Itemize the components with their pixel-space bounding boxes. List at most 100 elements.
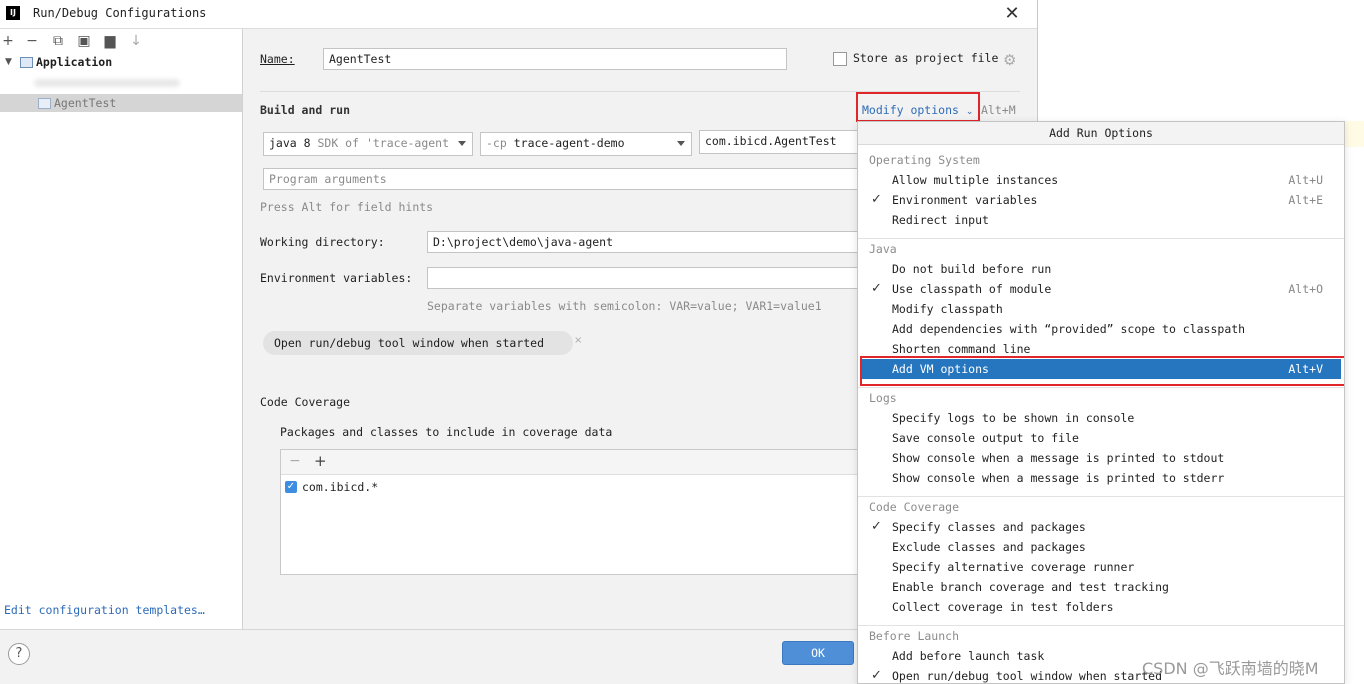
cp-value: trace-agent-demo <box>513 136 625 150</box>
code-coverage-title: Code Coverage <box>260 395 351 409</box>
option-specify-classes[interactable]: ✓ Specify classes and packages <box>861 517 1341 537</box>
option-label: Show console when a message is printed t… <box>892 471 1225 485</box>
main-class-input[interactable]: com.ibicd.AgentTest <box>699 130 859 154</box>
option-shortcut: Alt+O <box>1288 282 1323 296</box>
environment-variables-input[interactable] <box>427 267 859 289</box>
chevron-down-icon <box>458 141 466 146</box>
working-directory-label: Working directory: <box>260 235 385 249</box>
add-icon[interactable]: + <box>314 452 327 470</box>
environment-variables-label: Environment variables: <box>260 271 413 285</box>
coverage-item-label: com.ibicd.* <box>302 480 379 494</box>
separator <box>858 238 1344 239</box>
group-logs: Logs <box>869 391 897 405</box>
remove-config-icon[interactable]: − <box>24 33 40 49</box>
coverage-item-checkbox[interactable]: ✓ <box>285 481 297 493</box>
option-label: Specify alternative coverage runner <box>892 560 1135 574</box>
separator <box>858 625 1344 626</box>
gear-icon[interactable]: ⚙ <box>1003 51 1016 69</box>
copy-config-icon[interactable]: ⧉ <box>50 33 66 49</box>
check-icon: ✓ <box>871 281 882 296</box>
edit-templates-link[interactable]: Edit configuration templates… <box>4 603 205 617</box>
program-args-placeholder: Program arguments <box>269 172 387 186</box>
jdk-select[interactable]: java 8 SDK of 'trace-agent <box>263 132 473 156</box>
option-label: Do not build before run <box>892 262 1052 276</box>
save-config-icon[interactable]: ▣ <box>76 33 92 49</box>
option-allow-multiple-instances[interactable]: Allow multiple instances Alt+U <box>861 170 1341 190</box>
name-label: Name: <box>260 52 295 66</box>
modify-options-shortcut: Alt+M <box>981 103 1016 117</box>
separator <box>858 387 1344 388</box>
jdk-hint: SDK of 'trace-agent <box>317 136 450 150</box>
option-environment-variables[interactable]: ✓ Environment variables Alt+E <box>861 190 1341 210</box>
option-exclude-classes[interactable]: Exclude classes and packages <box>861 537 1341 557</box>
check-icon: ✓ <box>871 519 882 534</box>
group-java: Java <box>869 242 897 256</box>
title-bar: IJ Run/Debug Configurations ✕ <box>0 0 1037 29</box>
option-label: Open run/debug tool window when started <box>892 669 1163 683</box>
remove-icon[interactable]: − <box>289 453 301 469</box>
chip-label: Open run/debug tool window when started <box>274 336 545 350</box>
coverage-toolbar: − + <box>281 450 859 475</box>
group-operating-system: Operating System <box>869 153 980 167</box>
option-use-classpath-of-module[interactable]: ✓ Use classpath of module Alt+O <box>861 279 1341 299</box>
env-hint-text: Separate variables with semicolon: VAR=v… <box>427 299 822 313</box>
option-shortcut: Alt+E <box>1288 193 1323 207</box>
store-project-checkbox[interactable] <box>833 52 847 66</box>
chevron-down-icon[interactable]: ▼ <box>5 53 12 71</box>
option-branch-coverage[interactable]: Enable branch coverage and test tracking <box>861 577 1341 597</box>
open-tool-window-chip[interactable]: Open run/debug tool window when started … <box>263 331 582 355</box>
classpath-select[interactable]: -cp trace-agent-demo <box>480 132 692 156</box>
program-arguments-input[interactable]: Program arguments <box>263 168 859 190</box>
check-icon: ✓ <box>871 668 882 683</box>
option-show-console-stdout[interactable]: Show console when a message is printed t… <box>861 448 1341 468</box>
popup-title: Add Run Options <box>858 122 1344 145</box>
tree-item-label: AgentTest <box>54 96 117 110</box>
chevron-down-icon <box>677 141 685 146</box>
help-icon[interactable]: ? <box>8 643 30 665</box>
option-label: Add before launch task <box>892 649 1045 663</box>
folder-icon[interactable]: ▆ <box>102 33 118 49</box>
cp-hint: -cp <box>486 136 507 150</box>
close-icon[interactable]: × <box>574 335 582 346</box>
working-directory-input[interactable]: D:\project\demo\java-agent <box>427 231 859 253</box>
option-redirect-input[interactable]: Redirect input <box>861 210 1341 230</box>
option-label: Exclude classes and packages <box>892 540 1086 554</box>
group-before-launch: Before Launch <box>869 629 960 643</box>
option-label: Add dependencies with “provided” scope t… <box>892 322 1246 336</box>
option-label: Collect coverage in test folders <box>892 600 1114 614</box>
option-specify-logs[interactable]: Specify logs to be shown in console <box>861 408 1341 428</box>
coverage-subtitle: Packages and classes to include in cover… <box>280 425 613 439</box>
separator <box>858 496 1344 497</box>
store-project-label: Store as project file <box>853 51 999 65</box>
option-label: Modify classpath <box>892 302 1003 316</box>
modify-options-link[interactable]: Modify options ⌄ <box>862 103 973 117</box>
option-shortcut: Alt+U <box>1288 173 1323 187</box>
option-label: Enable branch coverage and test tracking <box>892 580 1169 594</box>
tree-item-application[interactable]: ▼ Application <box>0 53 242 71</box>
option-alternative-runner[interactable]: Specify alternative coverage runner <box>861 557 1341 577</box>
close-icon[interactable]: ✕ <box>1000 4 1024 24</box>
option-label: Specify logs to be shown in console <box>892 411 1135 425</box>
option-do-not-build[interactable]: Do not build before run <box>861 259 1341 279</box>
background-strip <box>1345 121 1364 147</box>
option-label: Allow multiple instances <box>892 173 1059 187</box>
tree-item-agenttest[interactable]: AgentTest <box>0 94 242 112</box>
sort-icon[interactable]: ↓ <box>128 33 144 49</box>
ok-button[interactable]: OK <box>782 641 854 665</box>
check-icon: ✓ <box>871 192 882 207</box>
add-config-icon[interactable]: + <box>0 33 16 49</box>
watermark: CSDN @飞跃南墙的晓M <box>1142 659 1319 678</box>
option-label: Show console when a message is printed t… <box>892 451 1225 465</box>
option-label: Specify classes and packages <box>892 520 1086 534</box>
configurations-tree-panel: + − ⧉ ▣ ▆ ↓ ▼ Application AgentTest Edit… <box>0 29 243 629</box>
option-add-provided-dependencies[interactable]: Add dependencies with “provided” scope t… <box>861 319 1341 339</box>
option-modify-classpath[interactable]: Modify classpath <box>861 299 1341 319</box>
name-input[interactable]: AgentTest <box>323 48 787 70</box>
name-label-text: Name: <box>260 52 295 66</box>
option-save-console-output[interactable]: Save console output to file <box>861 428 1341 448</box>
option-coverage-test-folders[interactable]: Collect coverage in test folders <box>861 597 1341 617</box>
option-show-console-stderr[interactable]: Show console when a message is printed t… <box>861 468 1341 488</box>
option-label: Redirect input <box>892 213 989 227</box>
option-label: Use classpath of module <box>892 282 1052 296</box>
window-title: Run/Debug Configurations <box>33 6 207 20</box>
